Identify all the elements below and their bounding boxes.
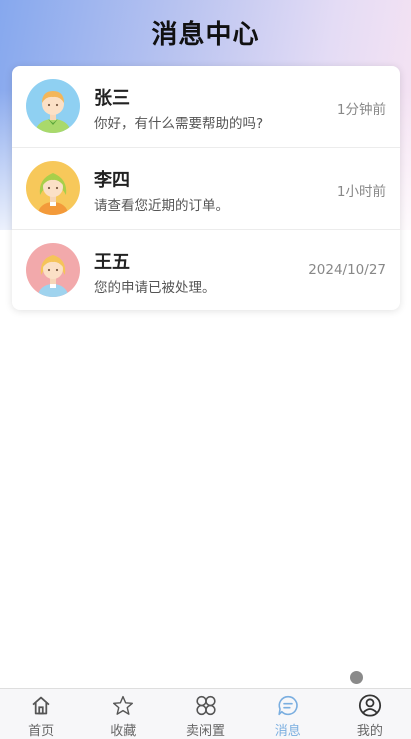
message-row-3[interactable]: 王五 您的申请已被处理。 2024/10/27 [12, 230, 400, 310]
boy-avatar [26, 79, 80, 133]
message-time: 1分钟前 [336, 102, 386, 118]
page-title: 消息中心 [151, 20, 260, 50]
tab-label: 卖闲置 [186, 724, 226, 739]
home-icon [32, 696, 50, 715]
girl-avatar [26, 161, 80, 215]
message-row-2[interactable]: 李四 请查看您近期的订单。 1小时前 [12, 148, 400, 230]
tab-home[interactable]: 首页 [0, 689, 82, 739]
contact-name: 王五 [94, 252, 130, 273]
message-time: 1小时前 [336, 184, 386, 200]
girl-avatar [26, 243, 80, 297]
message-time: 2024/10/27 [308, 262, 386, 278]
star-icon [113, 695, 134, 715]
bottom-tab-bar: 首页 收藏 卖闲置 消息 我的 [0, 688, 411, 739]
message-list: 张三 你好，有什么需要帮助的吗? 1分钟前 李四 请查看您近期的订单。 1小时前 [12, 66, 400, 310]
floating-dot[interactable] [350, 671, 363, 684]
tab-sell[interactable]: 卖闲置 [164, 689, 246, 739]
chat-icon [278, 695, 298, 716]
contact-name: 李四 [94, 170, 130, 191]
message-preview: 你好，有什么需要帮助的吗? [94, 116, 264, 132]
message-row-1[interactable]: 张三 你好，有什么需要帮助的吗? 1分钟前 [12, 66, 400, 148]
tab-label: 消息 [274, 724, 301, 739]
tab-label: 收藏 [110, 724, 137, 739]
contact-name: 张三 [94, 88, 130, 109]
tab-profile[interactable]: 我的 [329, 689, 411, 739]
user-icon [358, 694, 381, 717]
grid-icon [195, 695, 216, 716]
tab-label: 我的 [356, 724, 383, 739]
message-preview: 您的申请已被处理。 [94, 280, 216, 296]
message-preview: 请查看您近期的订单。 [94, 198, 229, 214]
tab-favorites[interactable]: 收藏 [82, 689, 164, 739]
tab-messages[interactable]: 消息 [247, 689, 329, 739]
tab-label: 首页 [28, 724, 55, 739]
